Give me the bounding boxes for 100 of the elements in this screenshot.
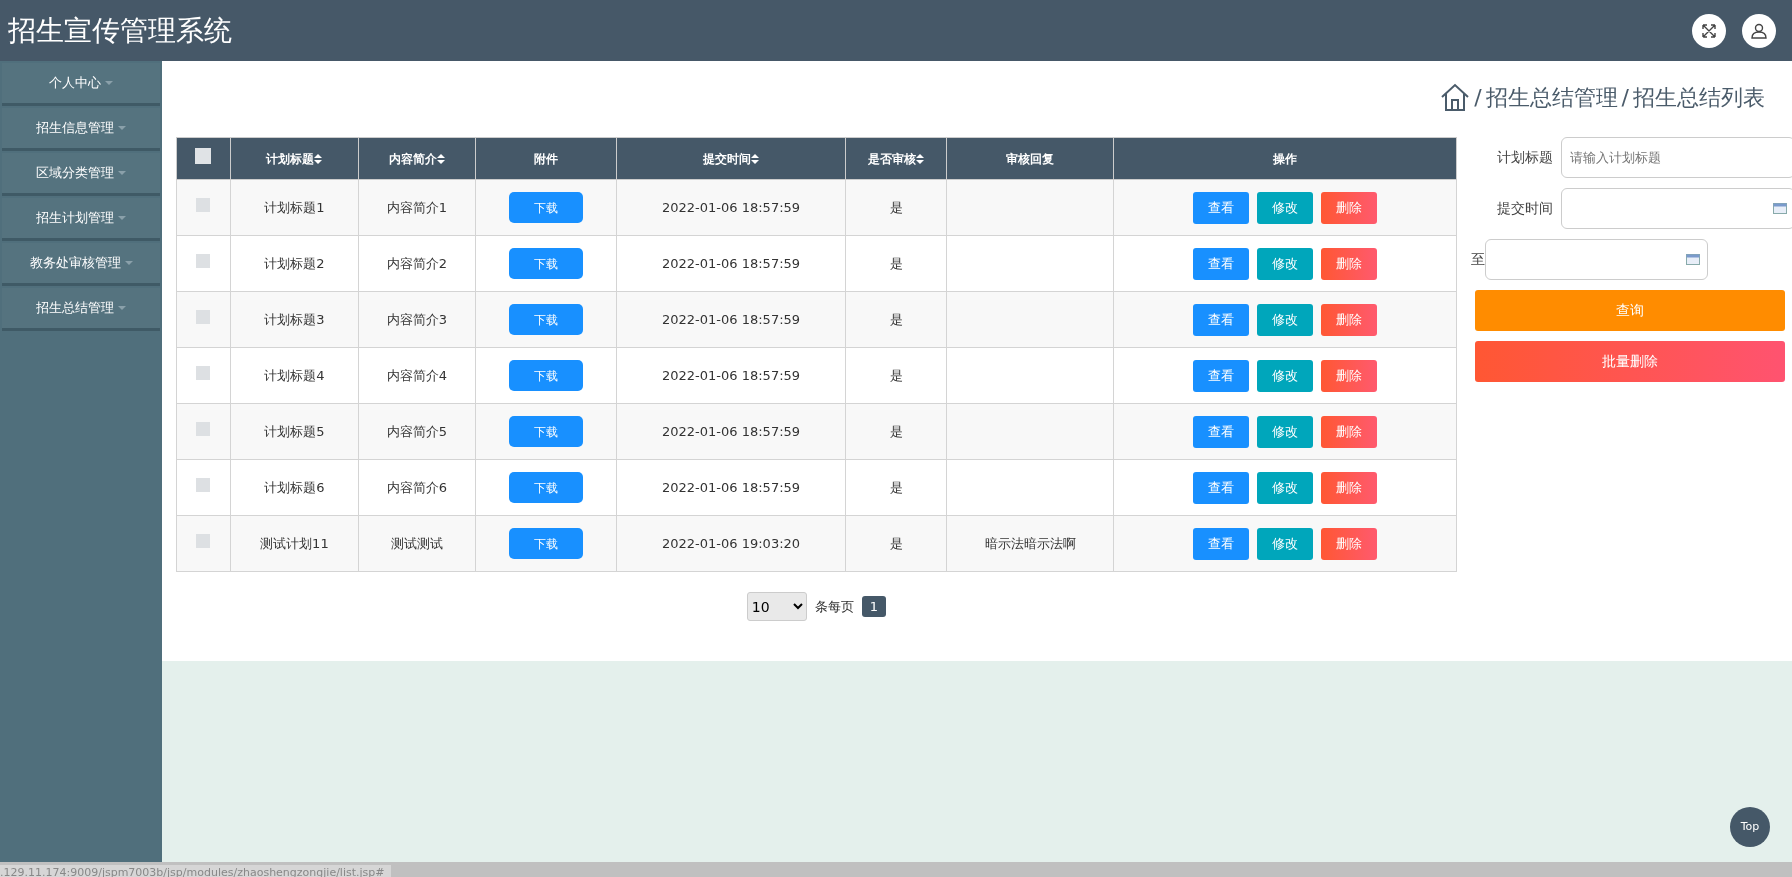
select-all-checkbox[interactable] xyxy=(195,148,212,164)
table-cell: 计划标题5 xyxy=(264,423,325,439)
table-cell: 内容简介1 xyxy=(386,199,447,215)
table-cell: 是 xyxy=(889,423,903,439)
back-to-top-button[interactable]: Top xyxy=(1730,807,1770,847)
input-field[interactable]: 请输入计划标题 xyxy=(1561,137,1792,178)
download-button[interactable]: 下载 xyxy=(508,472,583,503)
download-button[interactable]: 下载 xyxy=(508,248,583,279)
edit-button[interactable]: 修改 xyxy=(1257,415,1314,448)
row-checkbox[interactable] xyxy=(196,533,211,548)
fullscreen-icon[interactable] xyxy=(1701,22,1717,39)
table-cell: 2022-01-06 18:57:59 xyxy=(662,367,801,383)
date-field[interactable] xyxy=(1485,239,1708,280)
field-label: 至 xyxy=(1471,250,1485,269)
column-header[interactable]: 是否审核 xyxy=(868,151,917,166)
table-cell: 计划标题4 xyxy=(264,367,325,383)
delete-button[interactable]: 删除 xyxy=(1321,247,1378,280)
sidebar-item[interactable]: 招生信息管理 xyxy=(2,108,160,151)
app-title: 招生宣传管理系统 xyxy=(8,12,232,49)
row-checkbox[interactable] xyxy=(196,365,211,380)
table-cell: 内容简介4 xyxy=(386,367,447,383)
page-number[interactable]: 1 xyxy=(861,595,887,618)
table-cell: 测试计划11 xyxy=(260,535,329,551)
table-cell: 2022-01-06 18:57:59 xyxy=(662,479,801,495)
table-cell: 是 xyxy=(889,199,903,215)
field-label: 提交时间 xyxy=(1496,199,1553,218)
view-button[interactable]: 查看 xyxy=(1193,247,1250,280)
user-icon[interactable] xyxy=(1750,21,1768,40)
download-button[interactable]: 下载 xyxy=(508,360,583,391)
view-button[interactable]: 查看 xyxy=(1193,303,1250,336)
table-cell: 计划标题3 xyxy=(264,311,325,327)
page-size-select[interactable]: 10 xyxy=(746,592,807,621)
date-field[interactable] xyxy=(1561,188,1792,229)
table-cell: 内容简介2 xyxy=(386,255,447,271)
row-checkbox[interactable] xyxy=(196,253,211,268)
delete-button[interactable]: 删除 xyxy=(1321,191,1378,224)
table-cell: 2022-01-06 18:57:59 xyxy=(662,199,801,215)
table-cell: 2022-01-06 19:03:20 xyxy=(662,535,801,551)
column-header: 操作 xyxy=(1273,151,1298,166)
calendar-icon[interactable] xyxy=(1686,254,1700,265)
fullscreen-button[interactable] xyxy=(1692,13,1726,48)
row-checkbox[interactable] xyxy=(196,421,211,436)
delete-button[interactable]: 删除 xyxy=(1321,303,1378,336)
download-button[interactable]: 下载 xyxy=(508,528,583,559)
delete-button[interactable]: 删除 xyxy=(1321,359,1378,392)
row-checkbox[interactable] xyxy=(196,477,211,492)
view-button[interactable]: 查看 xyxy=(1193,359,1250,392)
home-icon[interactable] xyxy=(1440,82,1471,112)
row-checkbox[interactable] xyxy=(196,309,211,324)
sidebar-item[interactable]: 区域分类管理 xyxy=(2,153,160,196)
table-cell: 计划标题2 xyxy=(264,255,325,271)
view-button[interactable]: 查看 xyxy=(1193,527,1250,560)
caret-icon xyxy=(118,126,126,130)
sort-icon[interactable] xyxy=(436,154,445,164)
breadcrumb-separator: / xyxy=(1474,83,1482,112)
sidebar-item[interactable]: 个人中心 xyxy=(2,63,160,106)
download-button[interactable]: 下载 xyxy=(508,304,583,335)
column-header: 附件 xyxy=(533,151,558,166)
sort-icon[interactable] xyxy=(916,154,925,164)
edit-button[interactable]: 修改 xyxy=(1257,359,1314,392)
view-button[interactable]: 查看 xyxy=(1193,471,1250,504)
caret-icon xyxy=(118,171,126,175)
table-cell: 内容简介5 xyxy=(386,423,447,439)
table-cell: 是 xyxy=(889,535,903,551)
download-button[interactable]: 下载 xyxy=(508,416,583,447)
delete-button[interactable]: 删除 xyxy=(1321,527,1378,560)
edit-button[interactable]: 修改 xyxy=(1257,303,1314,336)
breadcrumb-item[interactable]: 招生总结管理 xyxy=(1485,80,1618,114)
calendar-icon[interactable] xyxy=(1773,203,1787,214)
sidebar-item[interactable]: 招生总结管理 xyxy=(2,288,160,331)
table-cell: 是 xyxy=(889,311,903,327)
sidebar-item[interactable]: 招生计划管理 xyxy=(2,198,160,241)
table-cell: 是 xyxy=(889,479,903,495)
view-button[interactable]: 查看 xyxy=(1193,191,1250,224)
table-cell: 是 xyxy=(889,255,903,271)
caret-icon xyxy=(124,261,133,265)
table-cell: 内容简介6 xyxy=(386,479,447,495)
search-button[interactable]: 查询 xyxy=(1475,290,1785,331)
edit-button[interactable]: 修改 xyxy=(1257,527,1314,560)
row-checkbox[interactable] xyxy=(196,197,211,212)
column-header[interactable]: 提交时间 xyxy=(703,151,752,166)
download-button[interactable]: 下载 xyxy=(508,192,583,223)
sort-icon[interactable] xyxy=(314,154,323,164)
edit-button[interactable]: 修改 xyxy=(1257,471,1314,504)
column-header[interactable]: 内容简介 xyxy=(388,151,437,166)
table-cell: 2022-01-06 18:57:59 xyxy=(662,423,801,439)
breadcrumb-separator: / xyxy=(1621,83,1629,112)
sidebar-item[interactable]: 教务处审核管理 xyxy=(2,243,160,286)
table-cell: 计划标题6 xyxy=(264,479,325,495)
caret-icon xyxy=(105,81,113,85)
column-header[interactable]: 计划标题 xyxy=(266,151,315,166)
delete-button[interactable]: 删除 xyxy=(1321,415,1378,448)
batch-delete-button[interactable]: 批量删除 xyxy=(1475,341,1785,382)
user-button[interactable] xyxy=(1742,13,1776,48)
sort-icon[interactable] xyxy=(751,154,760,164)
edit-button[interactable]: 修改 xyxy=(1257,247,1314,280)
view-button[interactable]: 查看 xyxy=(1193,415,1250,448)
edit-button[interactable]: 修改 xyxy=(1257,191,1314,224)
table-cell: 计划标题1 xyxy=(264,199,325,215)
delete-button[interactable]: 删除 xyxy=(1321,471,1378,504)
